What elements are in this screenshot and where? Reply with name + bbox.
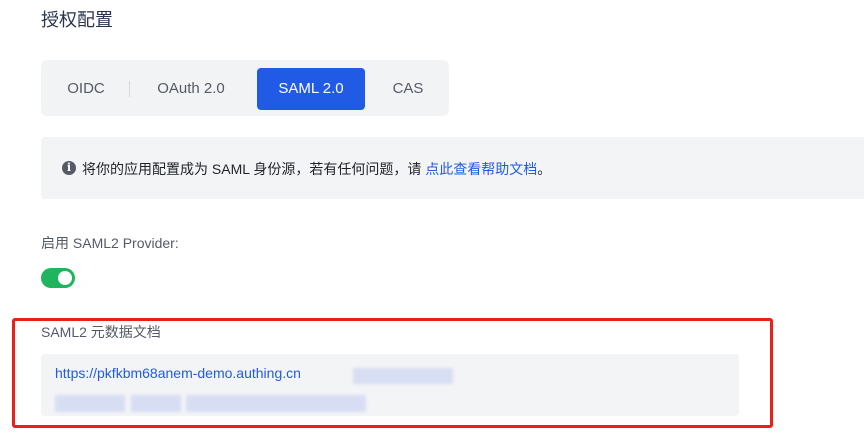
notice-suffix: 。 [537, 161, 552, 177]
redaction-blur [55, 395, 125, 412]
metadata-doc-label: SAML2 元数据文档 [41, 324, 161, 340]
info-notice: i 将你的应用配置成为 SAML 身份源，若有任何问题，请 点此查看帮助文档。 [41, 137, 864, 199]
metadata-url-link[interactable]: https://pkfkbm68anem-demo.authing.cn [55, 365, 301, 381]
redaction-blur [131, 395, 181, 412]
tab-oauth2[interactable]: OAuth 2.0 [139, 68, 243, 110]
tab-cas[interactable]: CAS [377, 68, 439, 110]
redaction-blur [186, 395, 366, 412]
info-circle-icon: i [62, 161, 76, 175]
tab-divider [129, 81, 130, 97]
saml2-provider-label: 启用 SAML2 Provider: [41, 235, 179, 251]
metadata-url-box: https://pkfkbm68anem-demo.authing.cn [41, 354, 739, 416]
notice-message: 将你的应用配置成为 SAML 身份源，若有任何问题，请 [82, 161, 426, 177]
notice-text: 将你的应用配置成为 SAML 身份源，若有任何问题，请 点此查看帮助文档。 [82, 159, 551, 179]
help-doc-link[interactable]: 点此查看帮助文档 [425, 161, 537, 177]
protocol-tabs: OIDC OAuth 2.0 SAML 2.0 CAS [41, 60, 449, 116]
tab-oidc[interactable]: OIDC [53, 68, 119, 110]
toggle-knob [58, 271, 72, 285]
saml2-provider-toggle[interactable] [41, 268, 75, 288]
redaction-blur [353, 368, 453, 384]
page-title: 授权配置 [41, 10, 113, 30]
tab-saml2[interactable]: SAML 2.0 [257, 68, 365, 110]
